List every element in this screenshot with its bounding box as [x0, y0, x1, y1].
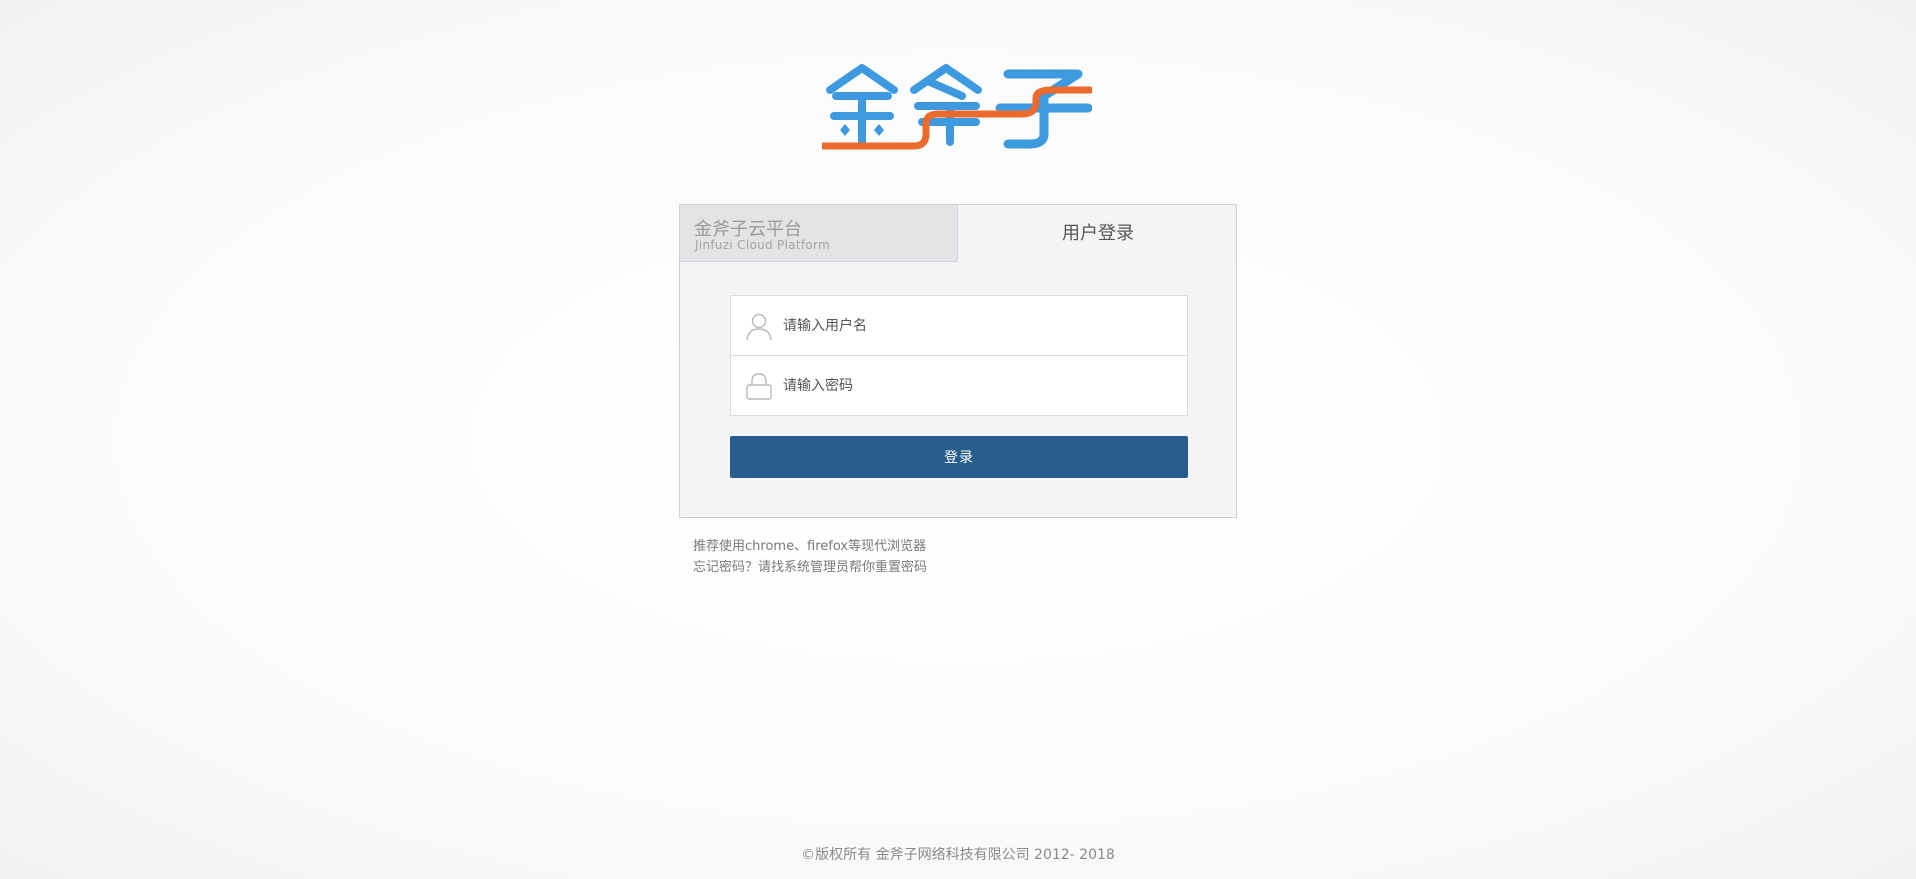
user-icon [746, 313, 772, 341]
password-input[interactable] [783, 356, 1173, 415]
forgot-password-tip: 忘记密码？请找系统管理员帮你重置密码 [693, 560, 928, 575]
tab-user-login[interactable]: 用户登录 [959, 205, 1237, 262]
username-field [730, 295, 1188, 356]
footer-copyright: ©版权所有 金斧子网络科技有限公司 2012- 2018 [801, 847, 1115, 863]
login-panel: 金斧子云平台 Jinfuzi Cloud Platform 用户登录 登录 [679, 204, 1237, 518]
login-tips: 推荐使用chrome、firefox等现代浏览器 忘记密码？请找系统管理员帮你重… [693, 536, 927, 578]
platform-subtitle: Jinfuzi Cloud Platform [695, 238, 831, 252]
tab-platform[interactable]: 金斧子云平台 Jinfuzi Cloud Platform [680, 205, 958, 262]
username-input[interactable] [783, 296, 1173, 355]
password-field [730, 355, 1188, 416]
login-button[interactable]: 登录 [730, 436, 1188, 478]
browser-tip: 推荐使用chrome、firefox等现代浏览器 [693, 539, 927, 554]
lock-icon [746, 373, 772, 400]
jinfuzi-logo [822, 64, 1092, 150]
